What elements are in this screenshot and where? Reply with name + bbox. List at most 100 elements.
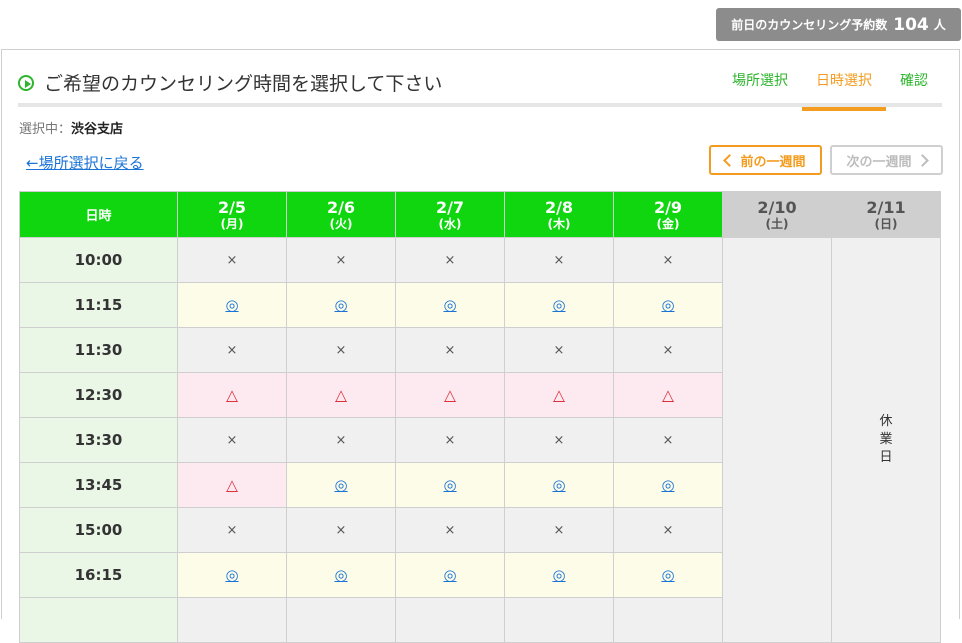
schedule-table: 日時 2/5 (月) 2/6 (火) 2/7 (水) 2/8 (木) 2/9 (金) 2/10 (土)… bbox=[19, 191, 941, 643]
slot-mark: × bbox=[553, 342, 565, 358]
slot-available[interactable]: ◎ bbox=[504, 282, 614, 328]
time-cell: 11:15 bbox=[19, 282, 178, 328]
slot-mark: × bbox=[335, 432, 347, 448]
slot-mark: × bbox=[662, 252, 674, 268]
slot-available[interactable]: ◎ bbox=[395, 462, 505, 508]
slot-mark[interactable]: △ bbox=[226, 386, 238, 404]
slot-full: × bbox=[613, 417, 723, 463]
slot-mark: × bbox=[553, 252, 565, 268]
slot-mark: × bbox=[444, 342, 456, 358]
slot-mark[interactable]: ◎ bbox=[552, 476, 565, 494]
slot-available[interactable]: ◎ bbox=[286, 282, 396, 328]
day-header: 2/10 (土) bbox=[722, 191, 832, 238]
slot-mark: × bbox=[335, 522, 347, 538]
slot-mark: × bbox=[226, 522, 238, 538]
slot-full: × bbox=[504, 327, 614, 373]
badge-prefix: 前日のカウンセリング予約数 bbox=[731, 18, 888, 32]
slot-mark[interactable]: △ bbox=[335, 386, 347, 404]
slot-mark[interactable]: ◎ bbox=[552, 296, 565, 314]
time-cell: 15:00 bbox=[19, 507, 178, 553]
slot-mark[interactable]: ◎ bbox=[225, 566, 238, 584]
slot-mark[interactable]: ◎ bbox=[334, 566, 347, 584]
slot-mark: × bbox=[226, 342, 238, 358]
slot-mark[interactable]: ◎ bbox=[334, 476, 347, 494]
selection-value: 渋谷支店 bbox=[71, 122, 124, 137]
slot-empty bbox=[286, 597, 396, 643]
day-weekday: (火) bbox=[329, 216, 353, 231]
day-header: 2/7 (水) bbox=[395, 191, 505, 238]
slot-few-left[interactable]: △ bbox=[177, 462, 287, 508]
slot-available[interactable]: ◎ bbox=[504, 552, 614, 598]
slot-mark[interactable]: △ bbox=[553, 386, 565, 404]
slot-available[interactable]: ◎ bbox=[286, 462, 396, 508]
chevron-left-icon bbox=[723, 153, 737, 167]
step-location[interactable]: 場所選択 bbox=[718, 55, 802, 107]
closed-day-column: 休業日 bbox=[831, 237, 941, 643]
slot-full: × bbox=[286, 237, 396, 283]
slot-full: × bbox=[613, 327, 723, 373]
slot-mark[interactable]: ◎ bbox=[661, 476, 674, 494]
slot-full: × bbox=[395, 507, 505, 553]
day-header: 2/11 (日) bbox=[831, 191, 941, 238]
back-to-location-link[interactable]: ←場所選択に戻る bbox=[26, 152, 144, 173]
slot-mark[interactable]: △ bbox=[444, 386, 456, 404]
slot-mark[interactable]: ◎ bbox=[334, 296, 347, 314]
page-title-text: ご希望のカウンセリング時間を選択して下さい bbox=[44, 73, 443, 95]
slot-mark[interactable]: ◎ bbox=[661, 566, 674, 584]
day-date: 2/11 bbox=[866, 197, 906, 217]
play-circle-icon bbox=[18, 74, 34, 91]
day-weekday: (土) bbox=[765, 216, 789, 231]
slot-few-left[interactable]: △ bbox=[395, 372, 505, 418]
slot-full: × bbox=[286, 417, 396, 463]
slot-available[interactable]: ◎ bbox=[613, 462, 723, 508]
prev-week-button[interactable]: 前の一週間 bbox=[709, 145, 822, 175]
slot-few-left[interactable]: △ bbox=[613, 372, 723, 418]
slot-empty bbox=[613, 597, 723, 643]
slot-mark: × bbox=[226, 252, 238, 268]
slot-mark: × bbox=[335, 342, 347, 358]
slot-mark[interactable]: ◎ bbox=[225, 296, 238, 314]
slot-few-left[interactable]: △ bbox=[286, 372, 396, 418]
time-cell: 16:15 bbox=[19, 552, 178, 598]
slot-full: × bbox=[395, 237, 505, 283]
slot-mark[interactable]: ◎ bbox=[552, 566, 565, 584]
slot-mark[interactable]: ◎ bbox=[443, 476, 456, 494]
slot-mark[interactable]: ◎ bbox=[443, 296, 456, 314]
slot-available[interactable]: ◎ bbox=[177, 282, 287, 328]
schedule-header-row: 日時 2/5 (月) 2/6 (火) 2/7 (水) 2/8 (木) 2/9 (金) 2/10 (土)… bbox=[19, 191, 941, 238]
slot-mark[interactable]: △ bbox=[226, 476, 238, 494]
slot-available[interactable]: ◎ bbox=[504, 462, 614, 508]
day-date: 2/5 bbox=[217, 197, 247, 217]
slot-full: × bbox=[177, 417, 287, 463]
slot-available[interactable]: ◎ bbox=[177, 552, 287, 598]
slot-full: × bbox=[504, 237, 614, 283]
slot-empty bbox=[395, 597, 505, 643]
slot-mark[interactable]: ◎ bbox=[661, 296, 674, 314]
slot-available[interactable]: ◎ bbox=[395, 552, 505, 598]
slot-available[interactable]: ◎ bbox=[613, 552, 723, 598]
slot-full: × bbox=[395, 417, 505, 463]
slot-few-left[interactable]: △ bbox=[177, 372, 287, 418]
chevron-right-icon bbox=[915, 153, 929, 167]
reservation-count-badge: 前日のカウンセリング予約数 104 人 bbox=[716, 8, 961, 41]
time-cell: 11:30 bbox=[19, 327, 178, 373]
slot-full: × bbox=[504, 507, 614, 553]
slot-available[interactable]: ◎ bbox=[395, 282, 505, 328]
page-title: ご希望のカウンセリング時間を選択して下さい bbox=[18, 69, 442, 96]
slot-mark: × bbox=[444, 522, 456, 538]
slot-mark[interactable]: ◎ bbox=[443, 566, 456, 584]
step-confirm[interactable]: 確認 bbox=[886, 55, 942, 107]
slot-full: × bbox=[286, 327, 396, 373]
badge-unit: 人 bbox=[933, 18, 946, 32]
slot-available[interactable]: ◎ bbox=[286, 552, 396, 598]
slot-mark[interactable]: △ bbox=[662, 386, 674, 404]
slot-mark: × bbox=[335, 252, 347, 268]
slot-mark: × bbox=[662, 522, 674, 538]
day-header: 2/5 (月) bbox=[177, 191, 287, 238]
slot-available[interactable]: ◎ bbox=[613, 282, 723, 328]
next-week-button[interactable]: 次の一週間 bbox=[830, 145, 943, 175]
slot-few-left[interactable]: △ bbox=[504, 372, 614, 418]
step-datetime[interactable]: 日時選択 bbox=[802, 55, 886, 111]
slot-full: × bbox=[177, 327, 287, 373]
current-selection: 選択中：渋谷支店 bbox=[19, 118, 123, 137]
